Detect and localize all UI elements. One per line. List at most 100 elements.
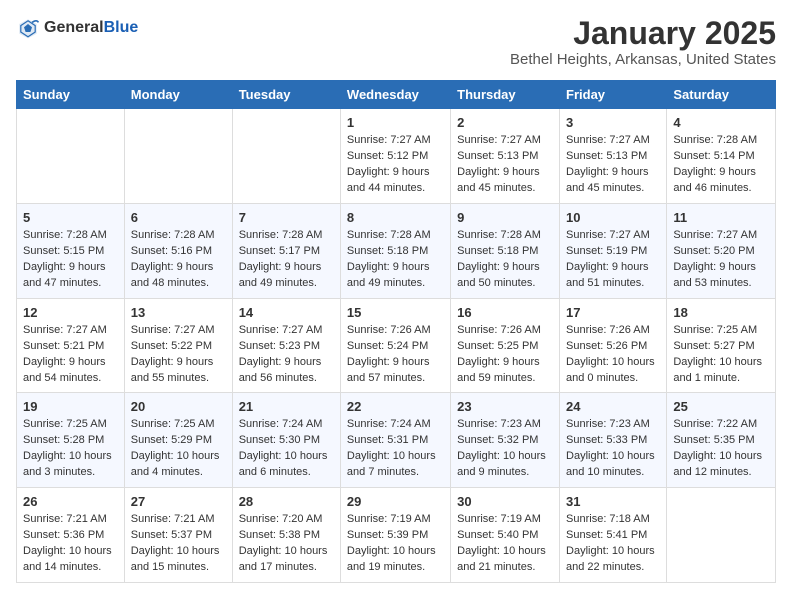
col-tuesday: Tuesday xyxy=(232,81,340,109)
day-info: Sunrise: 7:25 AM Sunset: 5:27 PM Dayligh… xyxy=(673,323,769,387)
day-info: Sunrise: 7:27 AM Sunset: 5:19 PM Dayligh… xyxy=(566,228,660,292)
logo-text: General Blue xyxy=(44,20,138,36)
day-number: 3 xyxy=(566,115,660,130)
day-info: Sunrise: 7:24 AM Sunset: 5:30 PM Dayligh… xyxy=(239,417,334,481)
day-number: 25 xyxy=(673,399,769,414)
calendar-table: Sunday Monday Tuesday Wednesday Thursday… xyxy=(16,80,776,583)
logo-general: General xyxy=(44,20,104,36)
logo: General Blue xyxy=(16,16,138,40)
calendar-cell: 9Sunrise: 7:28 AM Sunset: 5:18 PM Daylig… xyxy=(451,203,560,298)
day-info: Sunrise: 7:27 AM Sunset: 5:22 PM Dayligh… xyxy=(131,323,226,387)
calendar-cell: 4 Sunrise: 7:28 AM Sunset: 5:14 PM Daylig… xyxy=(667,109,776,204)
day-info: Sunrise: 7:28 AM Sunset: 5:18 PM Dayligh… xyxy=(457,228,553,292)
day-number: 2 xyxy=(457,115,553,130)
calendar-cell: 17Sunrise: 7:26 AM Sunset: 5:26 PM Dayli… xyxy=(560,298,667,393)
day-info: Sunrise: 7:19 AM Sunset: 5:40 PM Dayligh… xyxy=(457,512,553,576)
location-title: Bethel Heights, Arkansas, United States xyxy=(510,51,776,68)
page-header: General Blue January 2025 Bethel Heights… xyxy=(16,16,776,68)
calendar-cell: 6 Sunrise: 7:28 AM Sunset: 5:16 PM Daylig… xyxy=(124,203,232,298)
day-info: Sunrise: 7:28 AM Sunset: 5:15 PM Dayligh… xyxy=(23,228,118,292)
day-info: Sunrise: 7:27 AM Sunset: 5:20 PM Dayligh… xyxy=(673,228,769,292)
day-info: Sunrise: 7:27 AM Sunset: 5:12 PM Dayligh… xyxy=(347,133,444,197)
header-row: Sunday Monday Tuesday Wednesday Thursday… xyxy=(17,81,776,109)
day-number: 19 xyxy=(23,399,118,414)
day-info: Sunrise: 7:27 AM Sunset: 5:21 PM Dayligh… xyxy=(23,323,118,387)
day-info: Sunrise: 7:27 AM Sunset: 5:13 PM Dayligh… xyxy=(566,133,660,197)
day-info: Sunrise: 7:27 AM Sunset: 5:13 PM Dayligh… xyxy=(457,133,553,197)
month-title: January 2025 xyxy=(510,16,776,51)
logo-blue: Blue xyxy=(104,20,139,36)
day-number: 13 xyxy=(131,305,226,320)
calendar-cell: 27Sunrise: 7:21 AM Sunset: 5:37 PM Dayli… xyxy=(124,488,232,583)
calendar-week-1: 1 Sunrise: 7:27 AM Sunset: 5:12 PM Daylig… xyxy=(17,109,776,204)
day-info: Sunrise: 7:26 AM Sunset: 5:24 PM Dayligh… xyxy=(347,323,444,387)
calendar-cell: 21 Sunrise: 7:24 AM Sunset: 5:30 PM Dayli… xyxy=(232,393,340,488)
col-friday: Friday xyxy=(560,81,667,109)
day-number: 14 xyxy=(239,305,334,320)
day-info: Sunrise: 7:19 AM Sunset: 5:39 PM Dayligh… xyxy=(347,512,444,576)
calendar-cell xyxy=(232,109,340,204)
day-info: Sunrise: 7:21 AM Sunset: 5:36 PM Dayligh… xyxy=(23,512,118,576)
calendar-cell: 1 Sunrise: 7:27 AM Sunset: 5:12 PM Daylig… xyxy=(340,109,450,204)
day-info: Sunrise: 7:23 AM Sunset: 5:33 PM Dayligh… xyxy=(566,417,660,481)
day-info: Sunrise: 7:28 AM Sunset: 5:17 PM Dayligh… xyxy=(239,228,334,292)
calendar-cell: 16Sunrise: 7:26 AM Sunset: 5:25 PM Dayli… xyxy=(451,298,560,393)
day-info: Sunrise: 7:28 AM Sunset: 5:14 PM Dayligh… xyxy=(673,133,769,197)
day-number: 1 xyxy=(347,115,444,130)
day-number: 4 xyxy=(673,115,769,130)
calendar-cell: 19 Sunrise: 7:25 AM Sunset: 5:28 PM Dayli… xyxy=(17,393,125,488)
calendar-cell: 10Sunrise: 7:27 AM Sunset: 5:19 PM Dayli… xyxy=(560,203,667,298)
day-number: 20 xyxy=(131,399,226,414)
calendar-cell: 18 Sunrise: 7:25 AM Sunset: 5:27 PM Dayli… xyxy=(667,298,776,393)
col-sunday: Sunday xyxy=(17,81,125,109)
day-number: 31 xyxy=(566,494,660,509)
day-number: 30 xyxy=(457,494,553,509)
day-info: Sunrise: 7:24 AM Sunset: 5:31 PM Dayligh… xyxy=(347,417,444,481)
calendar-header: Sunday Monday Tuesday Wednesday Thursday… xyxy=(17,81,776,109)
calendar-cell: 31Sunrise: 7:18 AM Sunset: 5:41 PM Dayli… xyxy=(560,488,667,583)
day-info: Sunrise: 7:27 AM Sunset: 5:23 PM Dayligh… xyxy=(239,323,334,387)
calendar-cell: 14 Sunrise: 7:27 AM Sunset: 5:23 PM Dayli… xyxy=(232,298,340,393)
calendar-week-3: 12 Sunrise: 7:27 AM Sunset: 5:21 PM Dayli… xyxy=(17,298,776,393)
day-number: 6 xyxy=(131,210,226,225)
calendar-week-4: 19 Sunrise: 7:25 AM Sunset: 5:28 PM Dayli… xyxy=(17,393,776,488)
day-info: Sunrise: 7:25 AM Sunset: 5:28 PM Dayligh… xyxy=(23,417,118,481)
day-number: 18 xyxy=(673,305,769,320)
day-number: 12 xyxy=(23,305,118,320)
day-number: 21 xyxy=(239,399,334,414)
day-number: 11 xyxy=(673,210,769,225)
day-number: 24 xyxy=(566,399,660,414)
calendar-week-2: 5 Sunrise: 7:28 AM Sunset: 5:15 PM Daylig… xyxy=(17,203,776,298)
calendar-cell: 3 Sunrise: 7:27 AM Sunset: 5:13 PM Daylig… xyxy=(560,109,667,204)
calendar-cell: 7Sunrise: 7:28 AM Sunset: 5:17 PM Daylig… xyxy=(232,203,340,298)
col-monday: Monday xyxy=(124,81,232,109)
day-number: 26 xyxy=(23,494,118,509)
day-info: Sunrise: 7:21 AM Sunset: 5:37 PM Dayligh… xyxy=(131,512,226,576)
day-number: 17 xyxy=(566,305,660,320)
col-wednesday: Wednesday xyxy=(340,81,450,109)
day-number: 8 xyxy=(347,210,444,225)
day-info: Sunrise: 7:23 AM Sunset: 5:32 PM Dayligh… xyxy=(457,417,553,481)
calendar-cell: 23Sunrise: 7:23 AM Sunset: 5:32 PM Dayli… xyxy=(451,393,560,488)
title-area: January 2025 Bethel Heights, Arkansas, U… xyxy=(510,16,776,68)
calendar-cell: 15 Sunrise: 7:26 AM Sunset: 5:24 PM Dayli… xyxy=(340,298,450,393)
day-info: Sunrise: 7:28 AM Sunset: 5:16 PM Dayligh… xyxy=(131,228,226,292)
calendar-cell: 11 Sunrise: 7:27 AM Sunset: 5:20 PM Dayli… xyxy=(667,203,776,298)
calendar-cell: 12 Sunrise: 7:27 AM Sunset: 5:21 PM Dayli… xyxy=(17,298,125,393)
calendar-cell: 13 Sunrise: 7:27 AM Sunset: 5:22 PM Dayli… xyxy=(124,298,232,393)
day-number: 29 xyxy=(347,494,444,509)
col-thursday: Thursday xyxy=(451,81,560,109)
calendar-cell: 30 Sunrise: 7:19 AM Sunset: 5:40 PM Dayli… xyxy=(451,488,560,583)
calendar-body: 1 Sunrise: 7:27 AM Sunset: 5:12 PM Daylig… xyxy=(17,109,776,583)
calendar-cell xyxy=(124,109,232,204)
calendar-cell: 25 Sunrise: 7:22 AM Sunset: 5:35 PM Dayli… xyxy=(667,393,776,488)
col-saturday: Saturday xyxy=(667,81,776,109)
logo-icon xyxy=(16,16,40,40)
day-number: 5 xyxy=(23,210,118,225)
day-number: 15 xyxy=(347,305,444,320)
day-number: 22 xyxy=(347,399,444,414)
calendar-cell: 5 Sunrise: 7:28 AM Sunset: 5:15 PM Daylig… xyxy=(17,203,125,298)
day-number: 16 xyxy=(457,305,553,320)
calendar-cell: 26 Sunrise: 7:21 AM Sunset: 5:36 PM Dayli… xyxy=(17,488,125,583)
day-info: Sunrise: 7:22 AM Sunset: 5:35 PM Dayligh… xyxy=(673,417,769,481)
